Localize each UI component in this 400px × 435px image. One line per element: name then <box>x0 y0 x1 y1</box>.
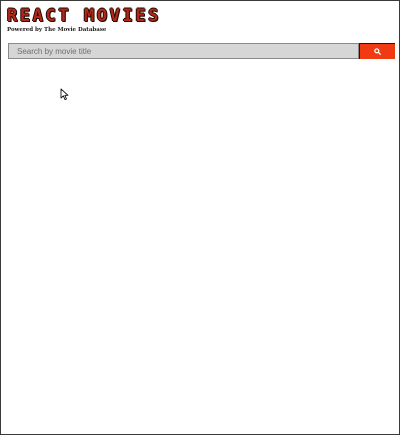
search-icon <box>374 48 381 55</box>
app-title[interactable]: REACT MOVIES <box>7 7 397 26</box>
search-button[interactable] <box>359 43 395 59</box>
search-input[interactable] <box>8 43 359 59</box>
search-bar <box>8 43 395 59</box>
app-window: REACT MOVIES Powered by The Movie Databa… <box>0 0 400 435</box>
app-header: REACT MOVIES Powered by The Movie Databa… <box>7 7 397 34</box>
app-subtitle: Powered by The Movie Database <box>7 27 107 33</box>
mouse-pointer-icon <box>60 88 69 101</box>
